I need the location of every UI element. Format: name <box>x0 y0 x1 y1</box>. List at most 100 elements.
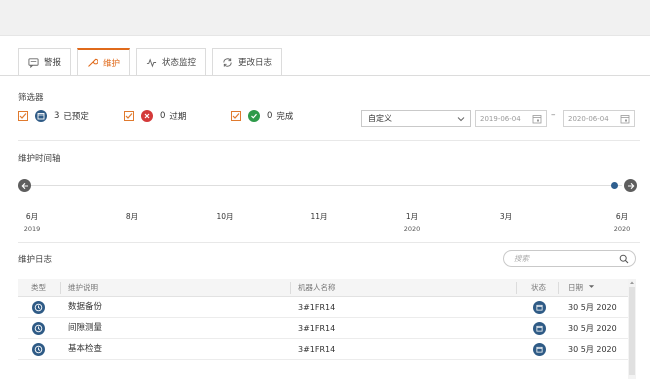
divider <box>18 242 640 243</box>
filter-scheduled[interactable]: 3 已预定 <box>18 110 89 122</box>
check-icon <box>248 110 260 122</box>
log-title: 维护日志 <box>18 255 53 265</box>
filter-label: 过期 <box>169 112 187 122</box>
arrow-left-icon <box>21 182 28 189</box>
timeline-title: 维护时间轴 <box>18 154 61 164</box>
checkbox[interactable] <box>124 111 134 121</box>
tab-maintenance[interactable]: 维护 <box>77 48 131 75</box>
filter-count: 3 <box>54 111 60 121</box>
chat-icon <box>28 57 39 68</box>
tab-change-log[interactable]: 更改日志 <box>212 48 283 75</box>
timeline-tick: 1月 2020 <box>397 210 427 236</box>
sort-desc-icon <box>589 285 595 288</box>
search-input[interactable]: 搜索 <box>503 250 636 267</box>
date-separator: – <box>551 110 556 120</box>
table-scrollbar[interactable] <box>628 279 636 379</box>
filter-count: 0 <box>267 111 273 121</box>
row-robot: 3#1FR14 <box>298 324 336 333</box>
scrollbar-thumb[interactable] <box>629 287 635 375</box>
date-to-value: 2020-06-04 <box>568 114 609 123</box>
timeline-tick: 8月 <box>117 210 147 223</box>
range-select-value: 自定义 <box>368 114 392 123</box>
col-date-label: 日期 <box>568 283 583 292</box>
col-type[interactable]: 类型 <box>31 279 46 297</box>
date-to-input[interactable]: 2020-06-04 <box>563 110 635 127</box>
table-row[interactable]: 数据备份 3#1FR14 30 5月 2020 <box>18 297 628 318</box>
col-desc[interactable]: 维护说明 <box>68 279 98 297</box>
date-from-value: 2019-06-04 <box>480 114 521 123</box>
col-status[interactable]: 状态 <box>531 279 546 297</box>
calendar-icon <box>533 301 546 314</box>
calendar-icon <box>533 322 546 335</box>
checkbox[interactable] <box>18 111 28 121</box>
row-robot: 3#1FR14 <box>298 303 336 312</box>
col-robot[interactable]: 机器人名称 <box>298 279 336 297</box>
timeline-prev-button[interactable] <box>18 179 31 192</box>
tick-year: 2019 <box>23 225 41 233</box>
tab-alerts[interactable]: 警报 <box>18 48 72 75</box>
tick-month: 8月 <box>125 212 139 221</box>
filter-overdue[interactable]: 0 过期 <box>124 110 186 122</box>
row-desc: 基本检查 <box>68 344 103 354</box>
timeline-tick: 6月 2019 <box>17 210 47 236</box>
tick-month: 6月 <box>615 212 629 221</box>
filter-title: 筛选器 <box>18 93 44 103</box>
filter-count: 0 <box>160 111 166 121</box>
clock-icon <box>32 343 45 356</box>
table-row[interactable]: 间隙测量 3#1FR14 30 5月 2020 <box>18 318 628 339</box>
column-divider <box>290 282 291 294</box>
tab-label: 维护 <box>103 58 121 69</box>
col-date[interactable]: 日期 <box>568 279 595 297</box>
tick-year: 2020 <box>613 225 631 233</box>
tab-bar: 警报 维护 状态监控 更改日志 <box>18 48 288 75</box>
table-header: 类型 维护说明 机器人名称 状态 日期 <box>18 279 628 297</box>
tab-label: 更改日志 <box>238 58 273 68</box>
timeline-next-button[interactable] <box>624 179 637 192</box>
row-desc: 间隙测量 <box>68 323 103 333</box>
calendar-icon[interactable] <box>532 114 542 124</box>
range-select[interactable]: 自定义 <box>361 110 471 127</box>
row-date: 30 5月 2020 <box>568 303 617 312</box>
search-icon[interactable] <box>619 254 629 264</box>
calendar-icon[interactable] <box>620 114 630 124</box>
timeline-track <box>30 185 622 186</box>
row-date: 30 5月 2020 <box>568 345 617 354</box>
tick-month: 1月 <box>405 212 419 221</box>
timeline-tick: 6月 2020 <box>607 210 637 236</box>
column-divider <box>60 282 61 294</box>
filter-completed[interactable]: 0 完成 <box>231 110 293 122</box>
tabs-divider <box>0 75 650 76</box>
pulse-icon <box>146 57 157 68</box>
scroll-up-icon[interactable] <box>629 280 635 286</box>
calendar-icon <box>35 110 47 122</box>
maintenance-log-table: 类型 维护说明 机器人名称 状态 日期 数据备份 3#1FR14 30 5月 2… <box>18 279 628 360</box>
tab-label: 状态监控 <box>162 58 197 68</box>
row-date: 30 5月 2020 <box>568 324 617 333</box>
clock-icon <box>32 322 45 335</box>
clock-icon <box>32 301 45 314</box>
table-row[interactable]: 基本检查 3#1FR14 30 5月 2020 <box>18 339 628 360</box>
tick-month: 6月 <box>25 212 39 221</box>
checkbox[interactable] <box>231 111 241 121</box>
filter-label: 完成 <box>276 112 294 122</box>
top-bar <box>0 0 650 36</box>
timeline-tick: 10月 <box>210 210 240 223</box>
row-desc: 数据备份 <box>68 302 103 312</box>
column-divider <box>516 282 517 294</box>
search-placeholder: 搜索 <box>514 254 529 263</box>
row-robot: 3#1FR14 <box>298 345 336 354</box>
tick-month: 11月 <box>310 212 328 221</box>
tab-status-monitor[interactable]: 状态监控 <box>136 48 207 75</box>
column-divider <box>558 282 559 294</box>
timeline-marker[interactable] <box>611 182 618 189</box>
date-from-input[interactable]: 2019-06-04 <box>475 110 547 127</box>
tick-year: 2020 <box>403 225 421 233</box>
calendar-icon <box>533 343 546 356</box>
tick-month: 3月 <box>499 212 513 221</box>
tab-label: 警报 <box>44 58 62 68</box>
x-icon <box>141 110 153 122</box>
timeline-tick: 3月 <box>491 210 521 223</box>
sync-icon <box>222 57 233 68</box>
tick-month: 10月 <box>216 212 234 221</box>
divider <box>18 140 640 141</box>
